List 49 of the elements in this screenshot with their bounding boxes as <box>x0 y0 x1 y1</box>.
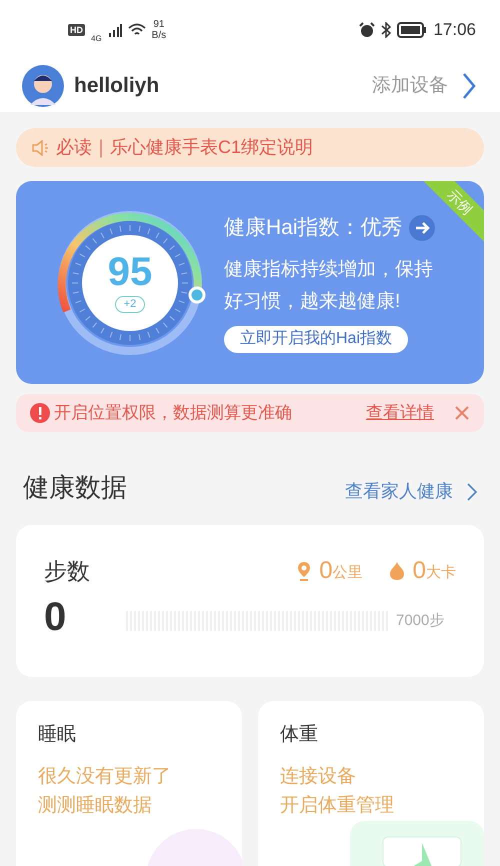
hai-index-title: 健康Hai指数：优秀 <box>224 215 403 242</box>
network-speed: 91 <box>153 19 164 30</box>
tile-message: 测测睡眠数据 <box>38 794 153 818</box>
close-icon[interactable] <box>454 405 470 421</box>
tile-message: 很久没有更新了 <box>38 764 172 788</box>
steps-count: 0 <box>44 597 68 637</box>
avatar-icon[interactable] <box>22 65 64 107</box>
battery-icon <box>397 22 428 38</box>
hai-index-description: 健康指标持续增加，保持好习惯，越来越健康! <box>224 258 434 314</box>
signal-icon <box>108 23 122 37</box>
arrow-right-icon[interactable] <box>408 215 435 241</box>
score-value: 95 <box>108 252 152 292</box>
username: helloliyh <box>74 73 160 100</box>
calories-unit: 大卡 <box>426 562 456 583</box>
flame-icon <box>388 561 405 581</box>
wifi-icon <box>128 23 146 37</box>
bluetooth-icon <box>381 22 392 38</box>
enable-hai-button[interactable]: 立即开启我的Hai指数 <box>224 326 408 353</box>
family-health-link[interactable]: 查看家人健康 <box>345 478 477 505</box>
score-delta: +2 <box>114 296 146 313</box>
hai-index-card[interactable]: 示例 95 +2 健康Hai指数：优秀 健康指标持续增加，保持好习惯，越来越健康! 立即开启我的Hai指数 <box>16 181 484 384</box>
chevron-right-icon <box>462 72 476 100</box>
speed-unit: B/s <box>152 30 166 41</box>
steps-goal: 7000步 <box>396 610 444 631</box>
alert-text: 开启位置权限，数据测算更准确 <box>54 402 292 424</box>
clock: 17:06 <box>433 19 476 42</box>
warning-icon <box>30 403 50 423</box>
notice-banner[interactable]: 必读｜乐心健康手表C1绑定说明 <box>16 128 484 167</box>
steps-title: 步数 <box>44 556 90 586</box>
steps-card[interactable]: 步数 0公里 0大卡 0 7000步 <box>16 525 484 677</box>
location-pin-icon <box>297 561 312 581</box>
alarm-icon <box>359 22 376 38</box>
notice-text: 必读｜乐心健康手表C1绑定说明 <box>56 136 314 160</box>
details-link[interactable]: 查看详情 <box>366 400 434 426</box>
calories-value: 0 <box>412 556 426 586</box>
tile-title: 睡眠 <box>38 723 77 747</box>
distance-value: 0 <box>319 556 333 586</box>
hd-indicator: HD <box>68 24 85 36</box>
data-tile[interactable]: 体重 连接设备 开启体重管理 <box>258 701 484 866</box>
chevron-right-icon <box>467 482 477 500</box>
add-device-button[interactable]: 添加设备 <box>372 72 476 100</box>
tile-title: 体重 <box>280 723 319 747</box>
section-title: 健康数据 <box>23 471 127 504</box>
network-type: 4G <box>91 33 102 45</box>
data-tile[interactable]: 睡眠 很久没有更新了 测测睡眠数据 <box>16 701 242 866</box>
distance-unit: 公里 <box>332 562 363 583</box>
tile-message: 连接设备 <box>280 764 357 788</box>
speaker-icon <box>32 140 50 156</box>
tile-message: 开启体重管理 <box>280 794 395 818</box>
